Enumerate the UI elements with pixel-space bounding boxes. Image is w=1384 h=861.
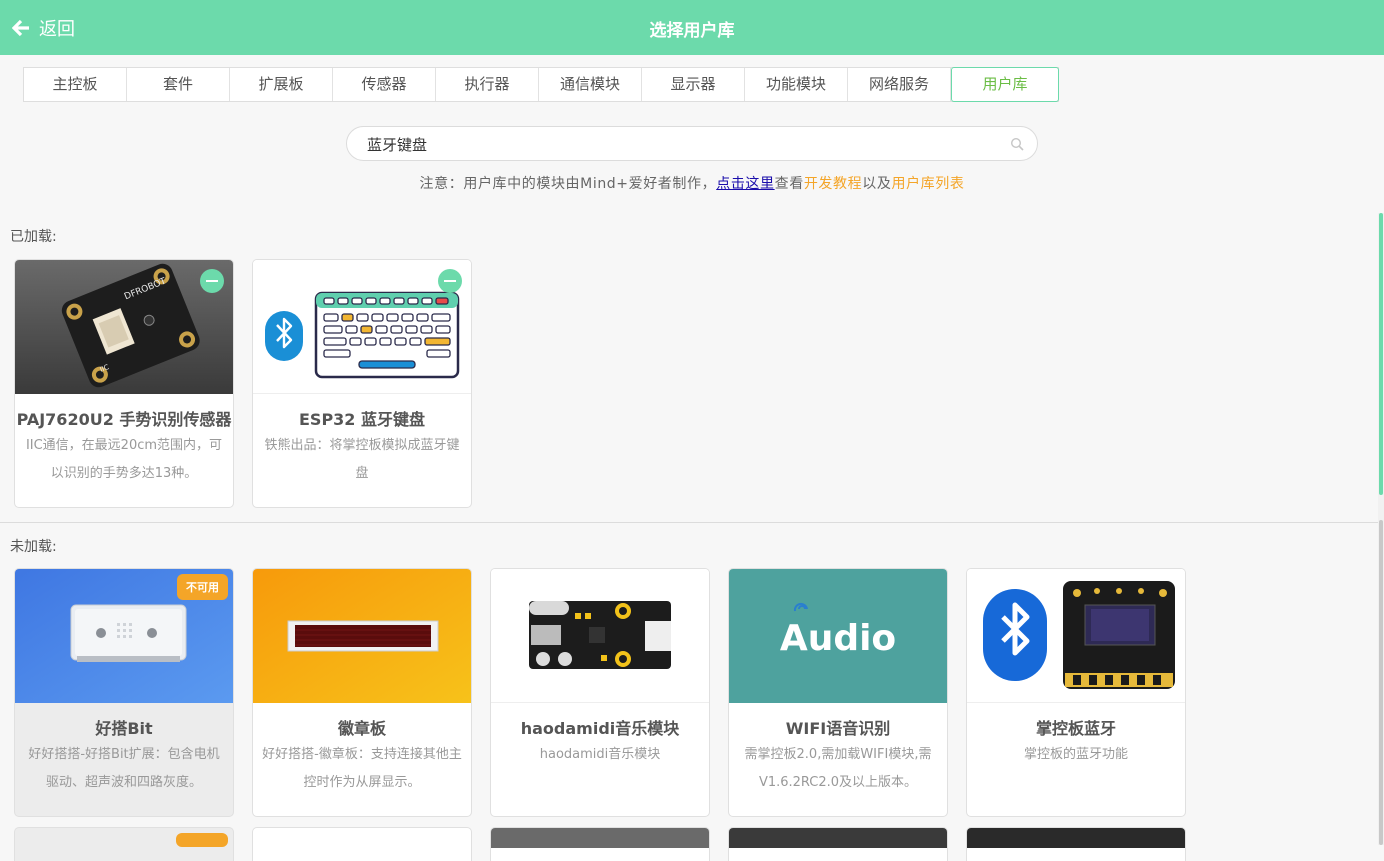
tab-expansion-board[interactable]: 扩展板 [230, 68, 333, 101]
search-icon[interactable] [1010, 137, 1024, 151]
card-description: IIC通信，在最远20cm范围内，可以识别的手势多达13种。 [25, 438, 223, 481]
library-card-wifi-voice[interactable]: Audio WIFI语音识别 需掌控板2.0,需加载WIFI模块,需V1.6.2… [728, 568, 948, 817]
tab-sensor[interactable]: 传感器 [333, 68, 436, 101]
card-image [729, 828, 947, 848]
library-card-partial[interactable] [14, 827, 234, 861]
library-card-partial[interactable] [252, 827, 472, 861]
category-tabs: 主控板 套件 扩展板 传感器 执行器 通信模块 显示器 功能模块 网络服务 用户… [23, 67, 1059, 102]
unavailable-badge: 不可用 [177, 574, 228, 600]
unavailable-badge [176, 833, 228, 847]
card-description: 铁熊出品：将掌控板模拟成蓝牙键盘 [264, 438, 460, 481]
card-title: 徽章板 [337, 719, 386, 738]
tab-actuator[interactable]: 执行器 [436, 68, 539, 101]
top-bar: 返回 选择用户库 [0, 0, 1384, 55]
card-title: WIFI语音识别 [785, 719, 891, 738]
card-title: haodamidi音乐模块 [520, 719, 680, 738]
library-card-esp32-bt-keyboard[interactable]: ESP32 蓝牙键盘 铁熊出品：将掌控板模拟成蓝牙键盘 [252, 259, 472, 508]
user-library-list-link[interactable]: 用户库列表 [891, 176, 964, 192]
click-here-link[interactable]: 点击这里 [716, 176, 774, 192]
tab-user-library[interactable]: 用户库 [951, 67, 1059, 102]
bluetooth-handpy-image [967, 569, 1185, 703]
card-description: 好好搭搭-徽章板：支持连接其他主控时作为从屏显示。 [262, 747, 462, 790]
card-description: haodamidi音乐模块 [539, 747, 661, 762]
card-title: ESP32 蓝牙键盘 [298, 410, 426, 429]
card-description: 掌控板的蓝牙功能 [1023, 747, 1128, 762]
library-card-haodamidi[interactable]: haodamidi音乐模块 haodamidi音乐模块 [490, 568, 710, 817]
unloaded-section-label: 未加载: [10, 539, 57, 555]
notice-prefix: 注意：用户库中的模块由Mind+爱好者制作， [419, 176, 717, 192]
loaded-section-label: 已加载: [10, 229, 57, 245]
library-card-partial[interactable] [966, 827, 1186, 861]
card-image [491, 828, 709, 848]
svg-text:Audio: Audio [780, 618, 896, 659]
library-card-badge-board[interactable]: 徽章板 好好搭搭-徽章板：支持连接其他主控时作为从屏显示。 [252, 568, 472, 817]
audio-logo-image: Audio [729, 569, 947, 703]
library-card-haodabit[interactable]: 不可用 好搭Bit 好好搭搭-好搭Bit扩展：包含电机驱动、超声波和四路灰度。 [14, 568, 234, 817]
library-card-handpy-bluetooth[interactable]: 掌控板蓝牙 掌控板的蓝牙功能 [966, 568, 1186, 817]
library-card-partial[interactable] [728, 827, 948, 861]
dev-tutorial-link[interactable]: 开发教程 [804, 176, 862, 192]
card-description: 需掌控板2.0,需加载WIFI模块,需V1.6.2RC2.0及以上版本。 [744, 747, 932, 790]
notice-text: 注意：用户库中的模块由Mind+爱好者制作，点击这里查看开发教程以及用户库列表 [0, 173, 1384, 193]
page-title: 选择用户库 [649, 21, 735, 41]
tab-function[interactable]: 功能模块 [745, 68, 848, 101]
tab-main-board[interactable]: 主控板 [24, 68, 127, 101]
notice-mid-1: 查看 [774, 176, 804, 192]
section-divider [0, 522, 1378, 523]
tab-display[interactable]: 显示器 [642, 68, 745, 101]
library-card-paj7620u2[interactable]: DFROBOT IIC PAJ7620U2 手势识别传感器 IIC通信，在最远2… [14, 259, 234, 508]
tab-communication[interactable]: 通信模块 [539, 68, 642, 101]
remove-library-button[interactable] [438, 269, 462, 293]
notice-mid-2: 以及 [862, 176, 892, 192]
card-title: 好搭Bit [95, 719, 153, 738]
scrollbar-thumb-bottom[interactable] [1379, 520, 1383, 845]
card-image [967, 828, 1185, 848]
card-title: 掌控板蓝牙 [1035, 719, 1116, 738]
tab-kit[interactable]: 套件 [127, 68, 230, 101]
scrollbar-thumb-top[interactable] [1379, 213, 1383, 495]
midi-module-image [491, 569, 709, 703]
search-box [346, 126, 1038, 161]
remove-library-button[interactable] [200, 269, 224, 293]
card-title: PAJ7620U2 手势识别传感器 [16, 410, 232, 429]
tab-network[interactable]: 网络服务 [848, 68, 951, 101]
card-description: 好好搭搭-好搭Bit扩展：包含电机驱动、超声波和四路灰度。 [28, 747, 220, 790]
library-card-partial[interactable] [490, 827, 710, 861]
badge-led-board-image [253, 569, 471, 703]
search-input[interactable] [367, 134, 1007, 154]
